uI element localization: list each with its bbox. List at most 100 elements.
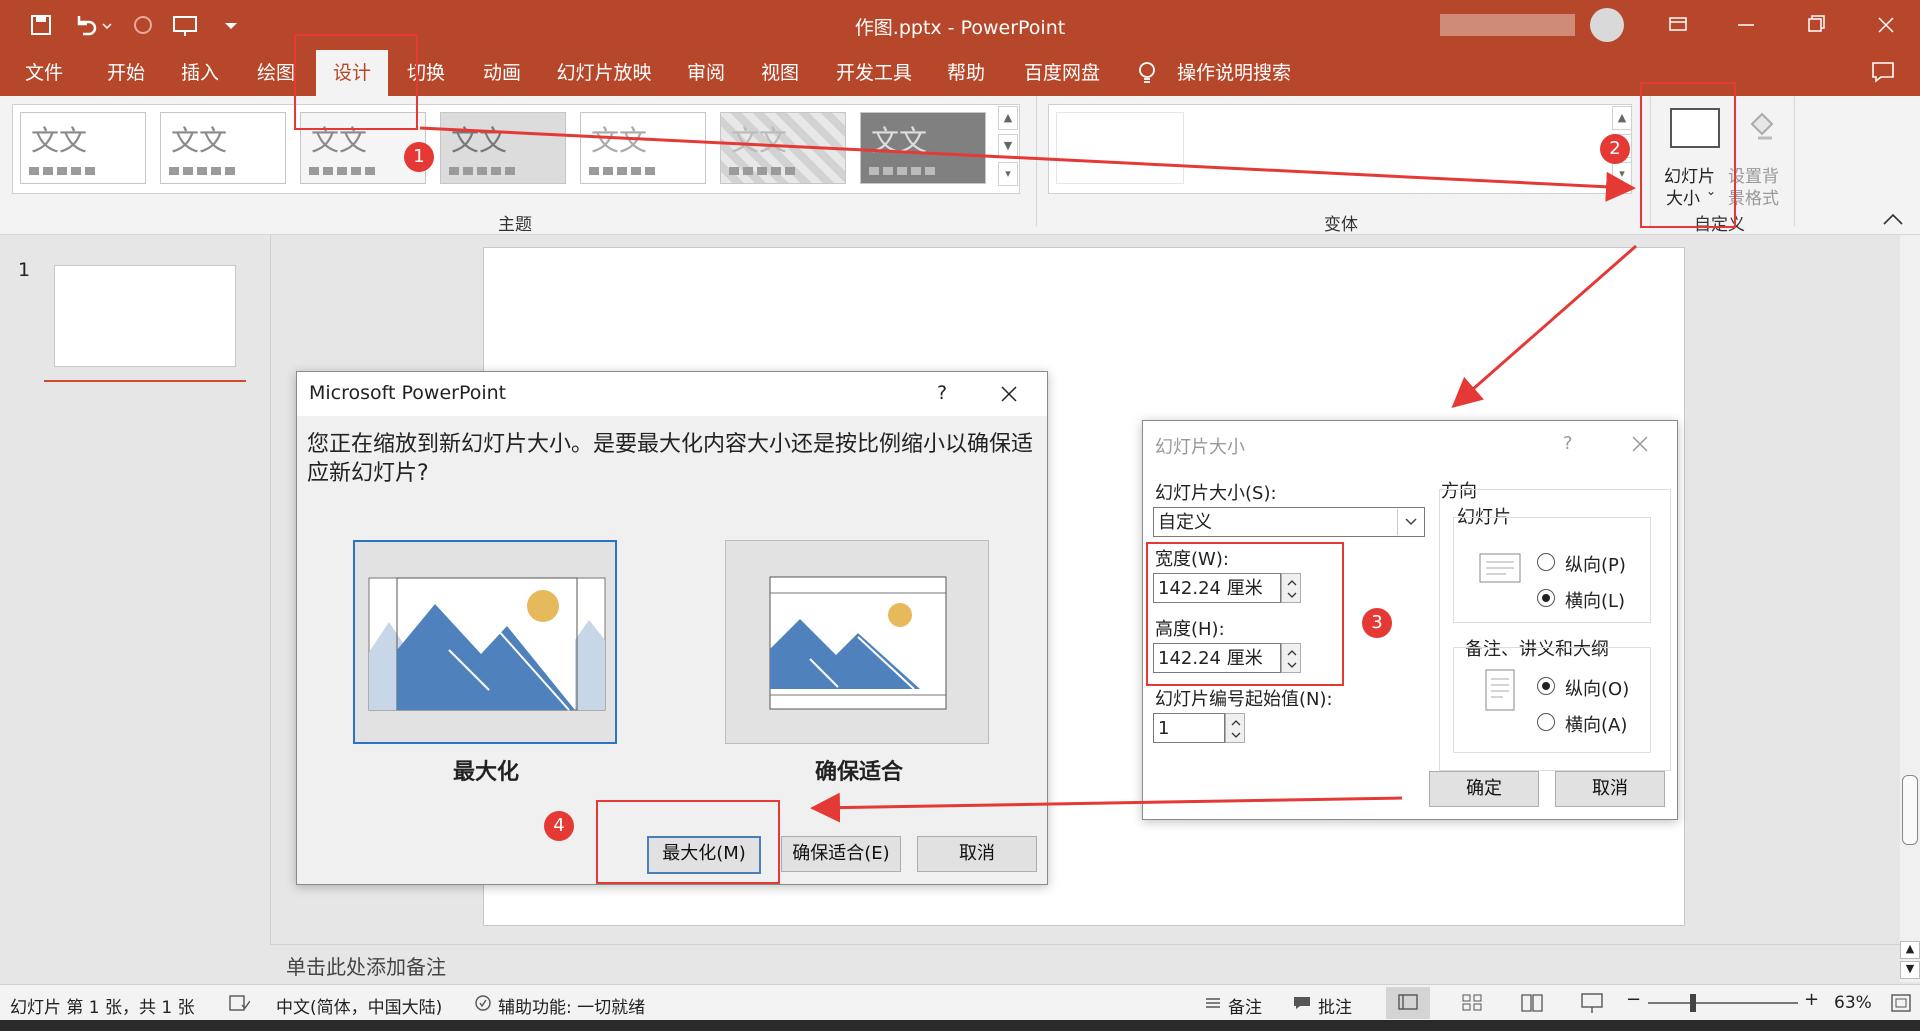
zoom-in-button[interactable]: + [1804, 989, 1819, 1010]
slide-number: 1 [18, 259, 31, 281]
restore-icon[interactable] [1796, 8, 1836, 42]
variants-scroll-up[interactable]: ▲ [1612, 106, 1632, 130]
design-ribbon: 文文 文文 文文 文文 文文 文文 文文 ▲ ▼ ▾ 主题 ▲ ▼ ▾ 变体 幻… [0, 96, 1920, 235]
ribbon-display-options-icon[interactable] [1658, 8, 1698, 42]
dialog-title: Microsoft PowerPoint [309, 382, 507, 404]
ensure-fit-option-label: 确保适合 [815, 760, 904, 785]
status-bar: 幻灯片 第 1 张，共 1 张 中文(简体，中国大陆) 辅助功能: 一切就绪 备… [0, 984, 1920, 1021]
slide-thumbnail[interactable] [54, 265, 236, 367]
thumbnail-selection-line [44, 380, 246, 382]
scale-message: 您正在缩放到新幻灯片大小。是要最大化内容大小还是按比例缩小以确保适应新幻灯片? [307, 432, 1034, 486]
tab-slideshow[interactable]: 幻灯片放映 [550, 50, 658, 96]
slides-portrait-label: 纵向(P) [1565, 555, 1626, 576]
comments-button[interactable]: 批注 [1318, 993, 1352, 1018]
tell-me-search[interactable]: 操作说明搜索 [1170, 50, 1298, 96]
close-icon[interactable] [1629, 433, 1651, 455]
zoom-level[interactable]: 63% [1834, 993, 1872, 1013]
reading-view-button[interactable] [1512, 987, 1552, 1019]
collapse-ribbon-icon[interactable] [1880, 212, 1906, 226]
number-start-input[interactable]: 1 [1153, 713, 1225, 743]
taskbar-strip [0, 1020, 1920, 1031]
ensure-fit-option[interactable] [725, 540, 989, 744]
fit-to-window-icon[interactable] [1890, 993, 1912, 1013]
number-start-stepper[interactable] [1225, 713, 1245, 743]
normal-view-button[interactable] [1386, 987, 1430, 1019]
step-marker-2: 2 [1600, 134, 1630, 164]
themes-scroll-down[interactable]: ▼ [998, 134, 1018, 158]
help-button[interactable]: ? [937, 382, 947, 404]
highlight-maximize-button [596, 800, 780, 884]
scroll-thumb[interactable] [1902, 775, 1918, 845]
theme-4[interactable]: 文文 [440, 112, 566, 184]
theme-6[interactable]: 文文 [720, 112, 846, 184]
cancel-button[interactable]: 取消 [917, 836, 1037, 872]
slides-landscape-radio[interactable] [1537, 589, 1555, 607]
notes-pane[interactable]: 单击此处添加备注 [270, 944, 1900, 983]
variant-1[interactable] [1056, 112, 1184, 184]
accessibility-icon [472, 993, 494, 1013]
comments-icon[interactable] [1870, 60, 1896, 84]
theme-office[interactable]: 文文 [20, 112, 146, 184]
slides-portrait-radio[interactable] [1537, 553, 1555, 571]
zoom-out-button[interactable]: − [1626, 989, 1641, 1010]
tab-home[interactable]: 开始 [96, 50, 156, 96]
zoom-slider[interactable] [1648, 1002, 1798, 1004]
comment-icon [1292, 995, 1312, 1011]
ok-button[interactable]: 确定 [1429, 771, 1539, 807]
notes-landscape-radio[interactable] [1537, 713, 1555, 731]
vertical-scrollbar[interactable]: ▲ ▼ [1900, 235, 1920, 982]
notes-portrait-radio[interactable] [1537, 677, 1555, 695]
accessibility-status[interactable]: 辅助功能: 一切就绪 [498, 993, 645, 1018]
theme-2[interactable]: 文文 [160, 112, 286, 184]
close-icon[interactable] [997, 382, 1021, 406]
minimize-icon[interactable] [1726, 8, 1766, 42]
themes-scroll-up[interactable]: ▲ [998, 106, 1018, 130]
step-marker-1: 1 [404, 142, 434, 172]
themes-more[interactable]: ▾ [998, 162, 1018, 186]
avatar[interactable] [1590, 8, 1624, 42]
step-marker-3: 3 [1362, 608, 1392, 638]
theme-5[interactable]: 文文 [580, 112, 706, 184]
language-status[interactable]: 中文(简体，中国大陆) [276, 993, 442, 1018]
scroll-down-arrow[interactable]: ▼ [1900, 961, 1920, 979]
tab-file[interactable]: 文件 [14, 50, 74, 96]
group-label-themes: 主题 [498, 215, 532, 235]
notes-icon [1204, 995, 1222, 1011]
notes-portrait-label: 纵向(O) [1565, 679, 1630, 700]
variants-more[interactable]: ▾ [1612, 162, 1632, 186]
slide-size-label: 幻灯片大小(S): [1155, 483, 1277, 504]
cancel-button[interactable]: 取消 [1555, 771, 1665, 807]
account-name[interactable] [1440, 14, 1575, 36]
close-icon[interactable] [1866, 8, 1906, 42]
page-portrait-icon [1483, 667, 1517, 713]
zoom-slider-thumb[interactable] [1690, 994, 1696, 1012]
thumbnail-pane: 1 [0, 235, 271, 982]
theme-7[interactable]: 文文 [860, 112, 986, 184]
lightbulb-icon [1136, 60, 1158, 86]
page-landscape-icon [1477, 551, 1523, 585]
slideshow-button[interactable] [1572, 987, 1612, 1019]
format-background-button[interactable]: 设置背 景格式 [1728, 104, 1794, 209]
highlight-design-tab [294, 34, 418, 130]
maximize-option-label: 最大化 [453, 760, 520, 785]
ensure-fit-button[interactable]: 确保适合(E) [781, 836, 901, 872]
tab-developer[interactable]: 开发工具 [828, 50, 920, 96]
step-marker-4: 4 [544, 811, 574, 841]
spelling-check-icon[interactable] [228, 993, 250, 1013]
tab-baidu-netdisk[interactable]: 百度网盘 [1016, 50, 1108, 96]
tab-insert[interactable]: 插入 [170, 50, 230, 96]
slide-sorter-button[interactable] [1452, 987, 1492, 1019]
tab-help[interactable]: 帮助 [936, 50, 996, 96]
tab-animations[interactable]: 动画 [470, 50, 534, 96]
help-button[interactable]: ? [1563, 433, 1573, 454]
group-label-variants: 变体 [1324, 215, 1358, 235]
maximize-option[interactable] [353, 540, 617, 744]
tab-view[interactable]: 视图 [750, 50, 810, 96]
chevron-down-icon[interactable] [1397, 509, 1424, 535]
tab-review[interactable]: 审阅 [676, 50, 736, 96]
slide-size-select[interactable]: 自定义 [1153, 507, 1425, 537]
notes-placeholder: 单击此处添加备注 [286, 955, 446, 979]
notes-button[interactable]: 备注 [1228, 993, 1262, 1018]
ribbon-tabs: 文件 开始 插入 绘图 设计 切换 动画 幻灯片放映 审阅 视图 开发工具 帮助… [0, 50, 1920, 96]
scroll-up-arrow[interactable]: ▲ [1900, 941, 1920, 959]
